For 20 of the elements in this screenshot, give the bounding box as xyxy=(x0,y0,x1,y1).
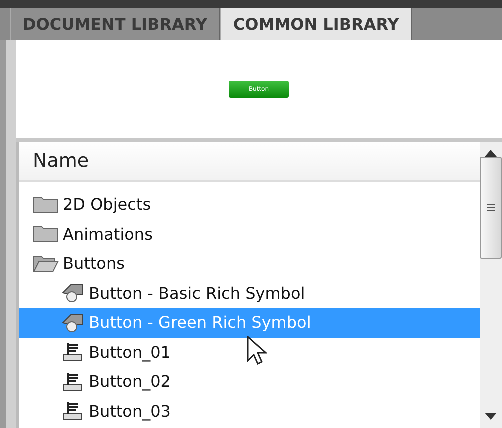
library-item[interactable]: Animations xyxy=(19,220,480,249)
library-item[interactable]: 2D Objects xyxy=(19,190,480,220)
library-item[interactable]: Button_03 xyxy=(19,396,480,426)
library-item[interactable]: Buttons xyxy=(19,249,480,278)
button-symbol-icon xyxy=(61,370,85,393)
folder-icon xyxy=(33,225,59,244)
library-item[interactable]: Button - Basic Rich Symbol xyxy=(19,278,480,308)
symbol-icon xyxy=(61,312,85,333)
symbol-icon xyxy=(61,283,85,304)
folder-icon xyxy=(33,196,59,214)
open-folder-icon xyxy=(33,254,59,273)
mouse-pointer-icon xyxy=(247,336,267,366)
library-tab[interactable]: DOCUMENT LIBRARY xyxy=(10,8,220,40)
button-symbol-icon xyxy=(61,400,85,422)
button-symbol-icon xyxy=(61,341,85,364)
library-tab[interactable]: COMMON LIBRARY xyxy=(220,8,412,40)
scroll-down-icon[interactable] xyxy=(485,413,497,420)
library-item[interactable]: Button_01 xyxy=(19,338,480,367)
scrollbar-thumb[interactable] xyxy=(480,157,502,259)
library-item[interactable]: Button_02 xyxy=(19,367,480,396)
